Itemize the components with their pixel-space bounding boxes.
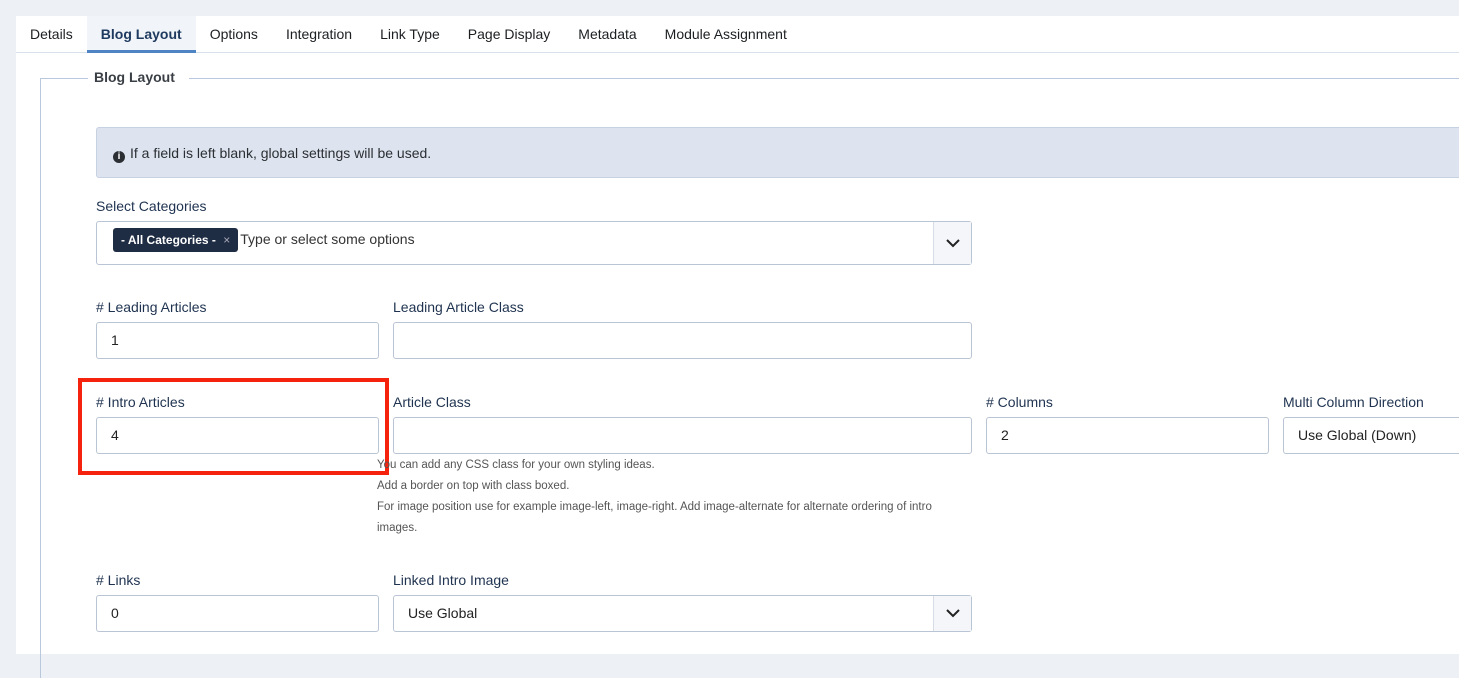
multi-column-direction-select[interactable]: Use Global (Down) [1283, 417, 1459, 454]
linked-intro-image-value: Use Global [408, 605, 478, 621]
linked-intro-image-select[interactable]: Use Global [393, 595, 972, 632]
linked-intro-image-label: Linked Intro Image [393, 572, 509, 588]
tab-link-type[interactable]: Link Type [366, 16, 454, 53]
tab-blog-layout[interactable]: Blog Layout [86, 16, 196, 53]
fieldset-legend: Blog Layout [88, 69, 189, 85]
leading-articles-label: # Leading Articles [96, 299, 207, 315]
leading-article-class-input[interactable] [393, 322, 972, 359]
tab-integration[interactable]: Integration [272, 16, 366, 53]
chip-label: - All Categories - [121, 233, 216, 247]
info-icon: i [113, 151, 125, 163]
category-chip: - All Categories - × [113, 228, 239, 252]
links-label: # Links [96, 572, 141, 588]
chip-remove-icon[interactable]: × [223, 233, 230, 247]
leading-articles-input[interactable]: 1 [96, 322, 379, 359]
tab-options[interactable]: Options [196, 16, 272, 53]
chevron-down-icon[interactable] [933, 596, 971, 631]
help-line: For image position use for example image… [377, 501, 932, 534]
tab-bar: Details Blog Layout Options Integration … [16, 16, 1459, 53]
help-line: You can add any CSS class for your own s… [377, 459, 655, 471]
article-class-help: You can add any CSS class for your own s… [377, 455, 957, 539]
info-alert: i If a field is left blank, global settin… [96, 127, 1459, 178]
highlight-box [78, 378, 389, 475]
tab-details[interactable]: Details [16, 16, 87, 53]
links-input[interactable]: 0 [96, 595, 379, 632]
article-class-label: Article Class [393, 394, 471, 410]
select-categories-label: Select Categories [96, 198, 207, 214]
columns-label: # Columns [986, 394, 1053, 410]
tab-module-assignment[interactable]: Module Assignment [651, 16, 801, 53]
alert-text: If a field is left blank, global setting… [130, 145, 432, 161]
article-class-input[interactable] [393, 417, 972, 454]
leading-article-class-label: Leading Article Class [393, 299, 524, 315]
help-line: Add a border on top with class boxed. [377, 480, 570, 492]
multi-column-direction-label: Multi Column Direction [1283, 394, 1424, 410]
tab-metadata[interactable]: Metadata [564, 16, 650, 53]
tab-page-display[interactable]: Page Display [454, 16, 565, 53]
categories-placeholder: Type or select some options [240, 231, 415, 247]
columns-input[interactable]: 2 [986, 417, 1269, 454]
select-categories-input[interactable]: - All Categories - × Type or select some … [96, 221, 972, 265]
chevron-down-icon[interactable] [933, 222, 971, 264]
